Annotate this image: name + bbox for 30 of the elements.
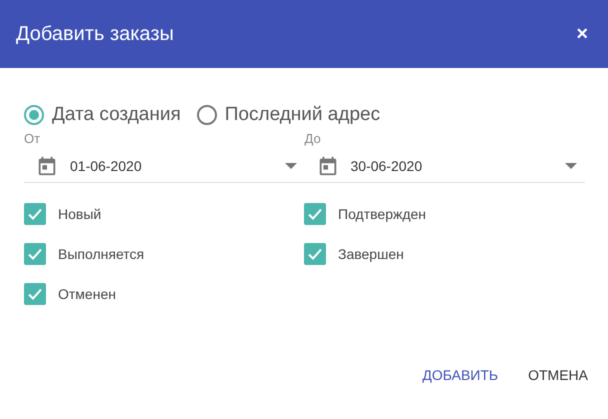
checkbox-label: Отменен bbox=[58, 286, 116, 302]
checkbox[interactable] bbox=[304, 243, 326, 265]
checkmark-icon bbox=[307, 246, 323, 262]
field-label: От bbox=[24, 131, 42, 146]
caret-icon bbox=[284, 162, 296, 170]
checkbox[interactable] bbox=[24, 243, 46, 265]
cancel-button[interactable]: ОТМЕНА bbox=[520, 361, 596, 389]
checkbox-label: Новый bbox=[58, 206, 102, 222]
checkbox[interactable] bbox=[24, 283, 46, 305]
checkmark-icon bbox=[27, 286, 43, 302]
checkbox[interactable] bbox=[304, 203, 326, 225]
calendar-icon bbox=[36, 155, 58, 177]
checkmark-icon bbox=[27, 246, 43, 262]
date-field[interactable]: 01-06-2020 bbox=[58, 158, 284, 174]
checkbox-label: Выполняется bbox=[58, 246, 144, 262]
radio-button[interactable] bbox=[24, 105, 44, 125]
date-field[interactable]: 30-06-2020 bbox=[338, 158, 565, 174]
close-button[interactable]: × bbox=[574, 24, 590, 44]
checkbox-label: Подтвержден bbox=[338, 206, 426, 222]
radio-button[interactable] bbox=[196, 105, 217, 125]
radio-label: Дата создания bbox=[52, 104, 181, 126]
dialog-title: Добавить заказы bbox=[16, 22, 174, 46]
checkmark-icon bbox=[307, 206, 323, 222]
caret-icon bbox=[565, 162, 577, 170]
checkbox[interactable] bbox=[24, 203, 46, 225]
checkbox-label: Завершен bbox=[338, 246, 404, 262]
radio-label: Последний адрес bbox=[224, 104, 380, 126]
add-button[interactable]: ДОБАВИТЬ bbox=[414, 361, 506, 389]
field-label: До bbox=[304, 131, 322, 146]
checkmark-icon bbox=[27, 206, 43, 222]
